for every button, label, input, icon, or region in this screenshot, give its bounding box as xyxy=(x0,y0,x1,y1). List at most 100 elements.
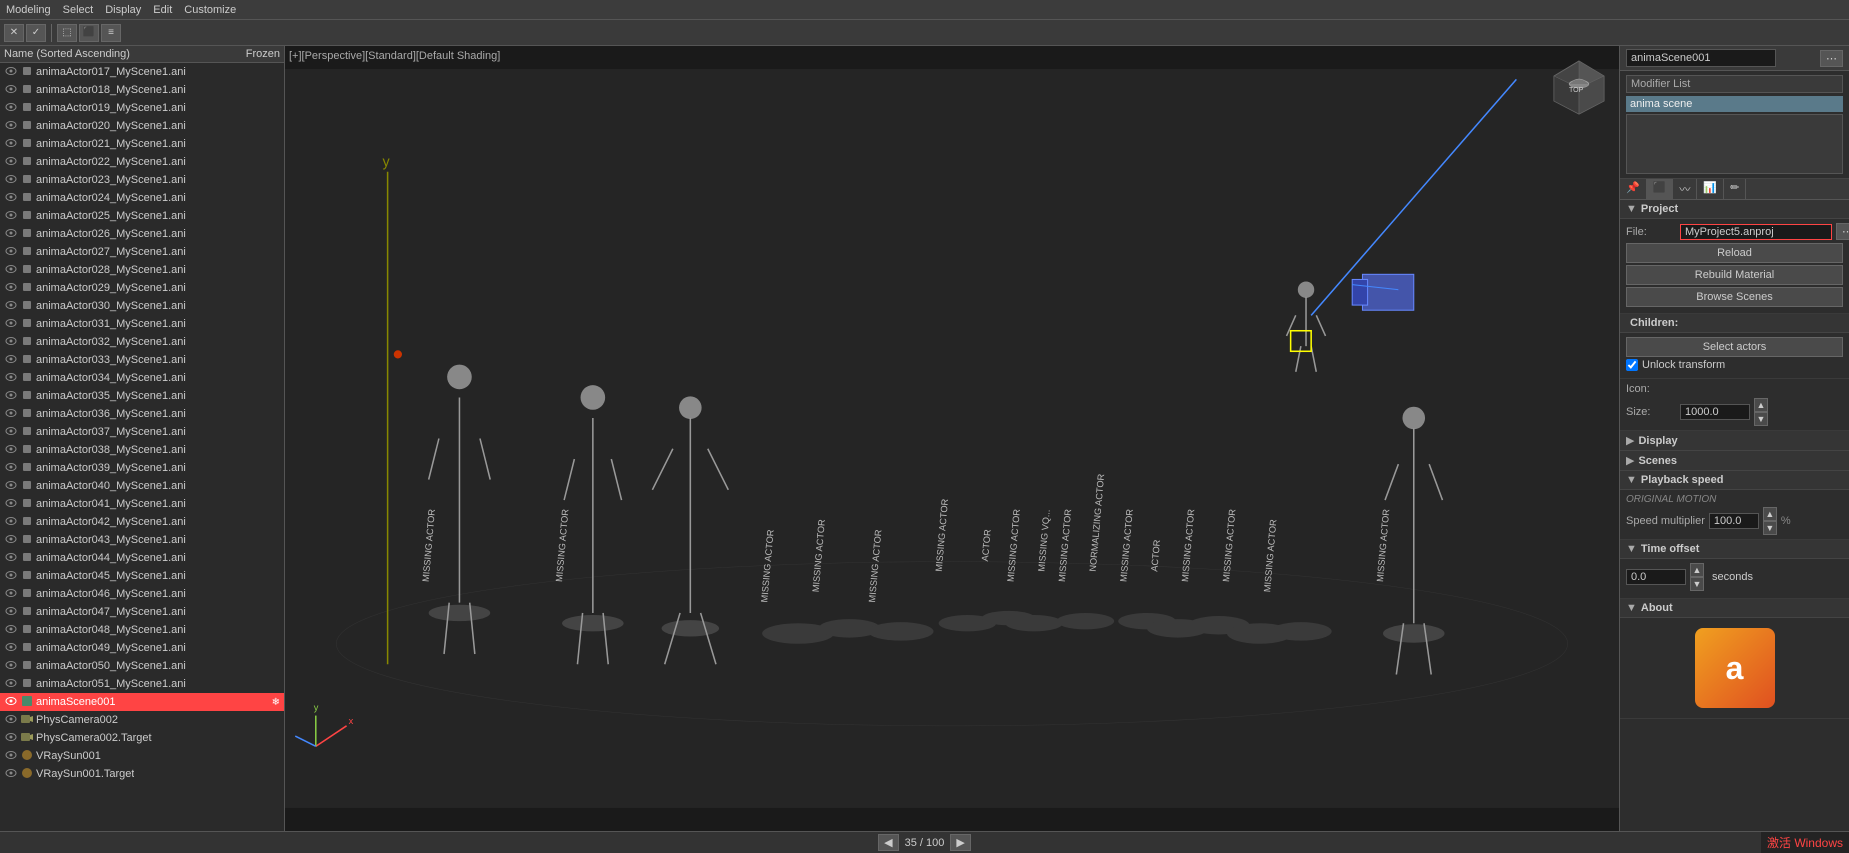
scene-item[interactable]: animaActor048_MyScene1.ani xyxy=(0,621,284,639)
scene-item[interactable]: VRaySun001.Target xyxy=(0,765,284,783)
eye-icon[interactable] xyxy=(4,280,18,297)
scene-item[interactable]: animaActor029_MyScene1.ani xyxy=(0,279,284,297)
time-offset-input[interactable] xyxy=(1626,569,1686,585)
tab-graph[interactable]: 📊 xyxy=(1697,179,1724,199)
eye-icon[interactable] xyxy=(4,100,18,117)
toolbar-solid-btn[interactable]: ⬛ xyxy=(79,24,99,42)
unlock-transform-checkbox[interactable] xyxy=(1626,359,1638,371)
eye-icon[interactable] xyxy=(4,604,18,621)
next-btn[interactable]: ▶ xyxy=(950,834,970,851)
scene-item[interactable]: animaActor022_MyScene1.ani xyxy=(0,153,284,171)
toolbar-cancel-btn[interactable]: ✕ xyxy=(4,24,24,42)
size-down-btn[interactable]: ▼ xyxy=(1754,412,1768,426)
rebuild-material-btn[interactable]: Rebuild Material xyxy=(1626,265,1843,285)
time-offset-section-header[interactable]: ▼ Time offset xyxy=(1620,540,1849,559)
eye-icon[interactable] xyxy=(4,190,18,207)
navigation-cube[interactable]: TOP xyxy=(1549,56,1609,116)
eye-icon[interactable] xyxy=(4,766,18,783)
scene-item[interactable]: animaActor019_MyScene1.ani xyxy=(0,99,284,117)
project-section-header[interactable]: ▼ Project xyxy=(1620,200,1849,219)
prev-btn[interactable]: ◀ xyxy=(878,834,898,851)
reload-btn[interactable]: Reload xyxy=(1626,243,1843,263)
eye-icon[interactable] xyxy=(4,694,18,711)
eye-icon[interactable] xyxy=(4,442,18,459)
scene-item[interactable]: animaActor046_MyScene1.ani xyxy=(0,585,284,603)
eye-icon[interactable] xyxy=(4,388,18,405)
select-actors-btn[interactable]: Select actors xyxy=(1626,337,1843,357)
eye-icon[interactable] xyxy=(4,748,18,765)
scene-item[interactable]: animaActor018_MyScene1.ani xyxy=(0,81,284,99)
scene-item[interactable]: animaActor036_MyScene1.ani xyxy=(0,405,284,423)
eye-icon[interactable] xyxy=(4,370,18,387)
scene-item[interactable]: animaActor031_MyScene1.ani xyxy=(0,315,284,333)
scene-item[interactable]: animaActor049_MyScene1.ani xyxy=(0,639,284,657)
eye-icon[interactable] xyxy=(4,586,18,603)
scene-item[interactable]: animaActor039_MyScene1.ani xyxy=(0,459,284,477)
file-browse-btn[interactable]: ⋯ xyxy=(1836,223,1849,240)
scene-item[interactable]: animaActor043_MyScene1.ani xyxy=(0,531,284,549)
toolbar-confirm-btn[interactable]: ✓ xyxy=(26,24,46,42)
time-down-btn[interactable]: ▼ xyxy=(1690,577,1704,591)
speed-input[interactable] xyxy=(1709,513,1759,529)
tab-cube[interactable]: ⬛ xyxy=(1647,179,1674,199)
scene-item[interactable]: animaActor024_MyScene1.ani xyxy=(0,189,284,207)
scene-item[interactable]: animaActor038_MyScene1.ani xyxy=(0,441,284,459)
tab-modifier[interactable]: 〰 xyxy=(1673,179,1697,199)
scene-item[interactable]: animaActor044_MyScene1.ani xyxy=(0,549,284,567)
scene-item[interactable]: animaActor050_MyScene1.ani xyxy=(0,657,284,675)
scene-item[interactable]: animaActor021_MyScene1.ani xyxy=(0,135,284,153)
menu-display[interactable]: Display xyxy=(105,4,141,16)
scene-item[interactable]: animaActor020_MyScene1.ani xyxy=(0,117,284,135)
eye-icon[interactable] xyxy=(4,82,18,99)
eye-icon[interactable] xyxy=(4,532,18,549)
toolbar-list-btn[interactable]: ≡ xyxy=(101,24,121,42)
scene-item[interactable]: animaActor026_MyScene1.ani xyxy=(0,225,284,243)
object-name-dots-btn[interactable]: ⋯ xyxy=(1820,50,1843,67)
scene-item[interactable]: animaActor032_MyScene1.ani xyxy=(0,333,284,351)
eye-icon[interactable] xyxy=(4,118,18,135)
scene-item[interactable]: PhysCamera002 xyxy=(0,711,284,729)
eye-icon[interactable] xyxy=(4,64,18,81)
scene-item[interactable]: animaActor045_MyScene1.ani xyxy=(0,567,284,585)
eye-icon[interactable] xyxy=(4,676,18,693)
eye-icon[interactable] xyxy=(4,208,18,225)
scene-item[interactable]: animaActor034_MyScene1.ani xyxy=(0,369,284,387)
eye-icon[interactable] xyxy=(4,226,18,243)
scene-item[interactable]: animaActor035_MyScene1.ani xyxy=(0,387,284,405)
eye-icon[interactable] xyxy=(4,640,18,657)
eye-icon[interactable] xyxy=(4,154,18,171)
speed-up-btn[interactable]: ▲ xyxy=(1763,507,1777,521)
speed-down-btn[interactable]: ▼ xyxy=(1763,521,1777,535)
menu-customize[interactable]: Customize xyxy=(184,4,236,16)
scene-item[interactable]: animaActor033_MyScene1.ani xyxy=(0,351,284,369)
tab-pin[interactable]: 📌 xyxy=(1620,179,1647,199)
scene-item[interactable]: animaActor027_MyScene1.ani xyxy=(0,243,284,261)
browse-scenes-btn[interactable]: Browse Scenes xyxy=(1626,287,1843,307)
menu-modeling[interactable]: Modeling xyxy=(6,4,51,16)
eye-icon[interactable] xyxy=(4,568,18,585)
menu-select[interactable]: Select xyxy=(63,4,94,16)
eye-icon[interactable] xyxy=(4,478,18,495)
scene-item[interactable]: animaActor051_MyScene1.ani xyxy=(0,675,284,693)
eye-icon[interactable] xyxy=(4,334,18,351)
scene-item[interactable]: animaActor030_MyScene1.ani xyxy=(0,297,284,315)
eye-icon[interactable] xyxy=(4,262,18,279)
modifier-item-anima-scene[interactable]: anima scene xyxy=(1626,96,1843,112)
scene-list[interactable]: animaActor017_MyScene1.ani animaActor018… xyxy=(0,63,284,831)
eye-icon[interactable] xyxy=(4,406,18,423)
scene-item[interactable]: animaActor017_MyScene1.ani xyxy=(0,63,284,81)
scene-item[interactable]: animaActor042_MyScene1.ani xyxy=(0,513,284,531)
eye-icon[interactable] xyxy=(4,550,18,567)
scene-item[interactable]: animaActor041_MyScene1.ani xyxy=(0,495,284,513)
scene-item[interactable]: animaActor023_MyScene1.ani xyxy=(0,171,284,189)
playback-section-header[interactable]: ▼ Playback speed xyxy=(1620,471,1849,490)
eye-icon[interactable] xyxy=(4,622,18,639)
object-name-input[interactable] xyxy=(1626,49,1776,67)
scene-item[interactable]: animaActor047_MyScene1.ani xyxy=(0,603,284,621)
eye-icon[interactable] xyxy=(4,730,18,747)
eye-icon[interactable] xyxy=(4,658,18,675)
eye-icon[interactable] xyxy=(4,316,18,333)
scene-item[interactable]: animaActor028_MyScene1.ani xyxy=(0,261,284,279)
eye-icon[interactable] xyxy=(4,712,18,729)
scene-item[interactable]: animaActor040_MyScene1.ani xyxy=(0,477,284,495)
